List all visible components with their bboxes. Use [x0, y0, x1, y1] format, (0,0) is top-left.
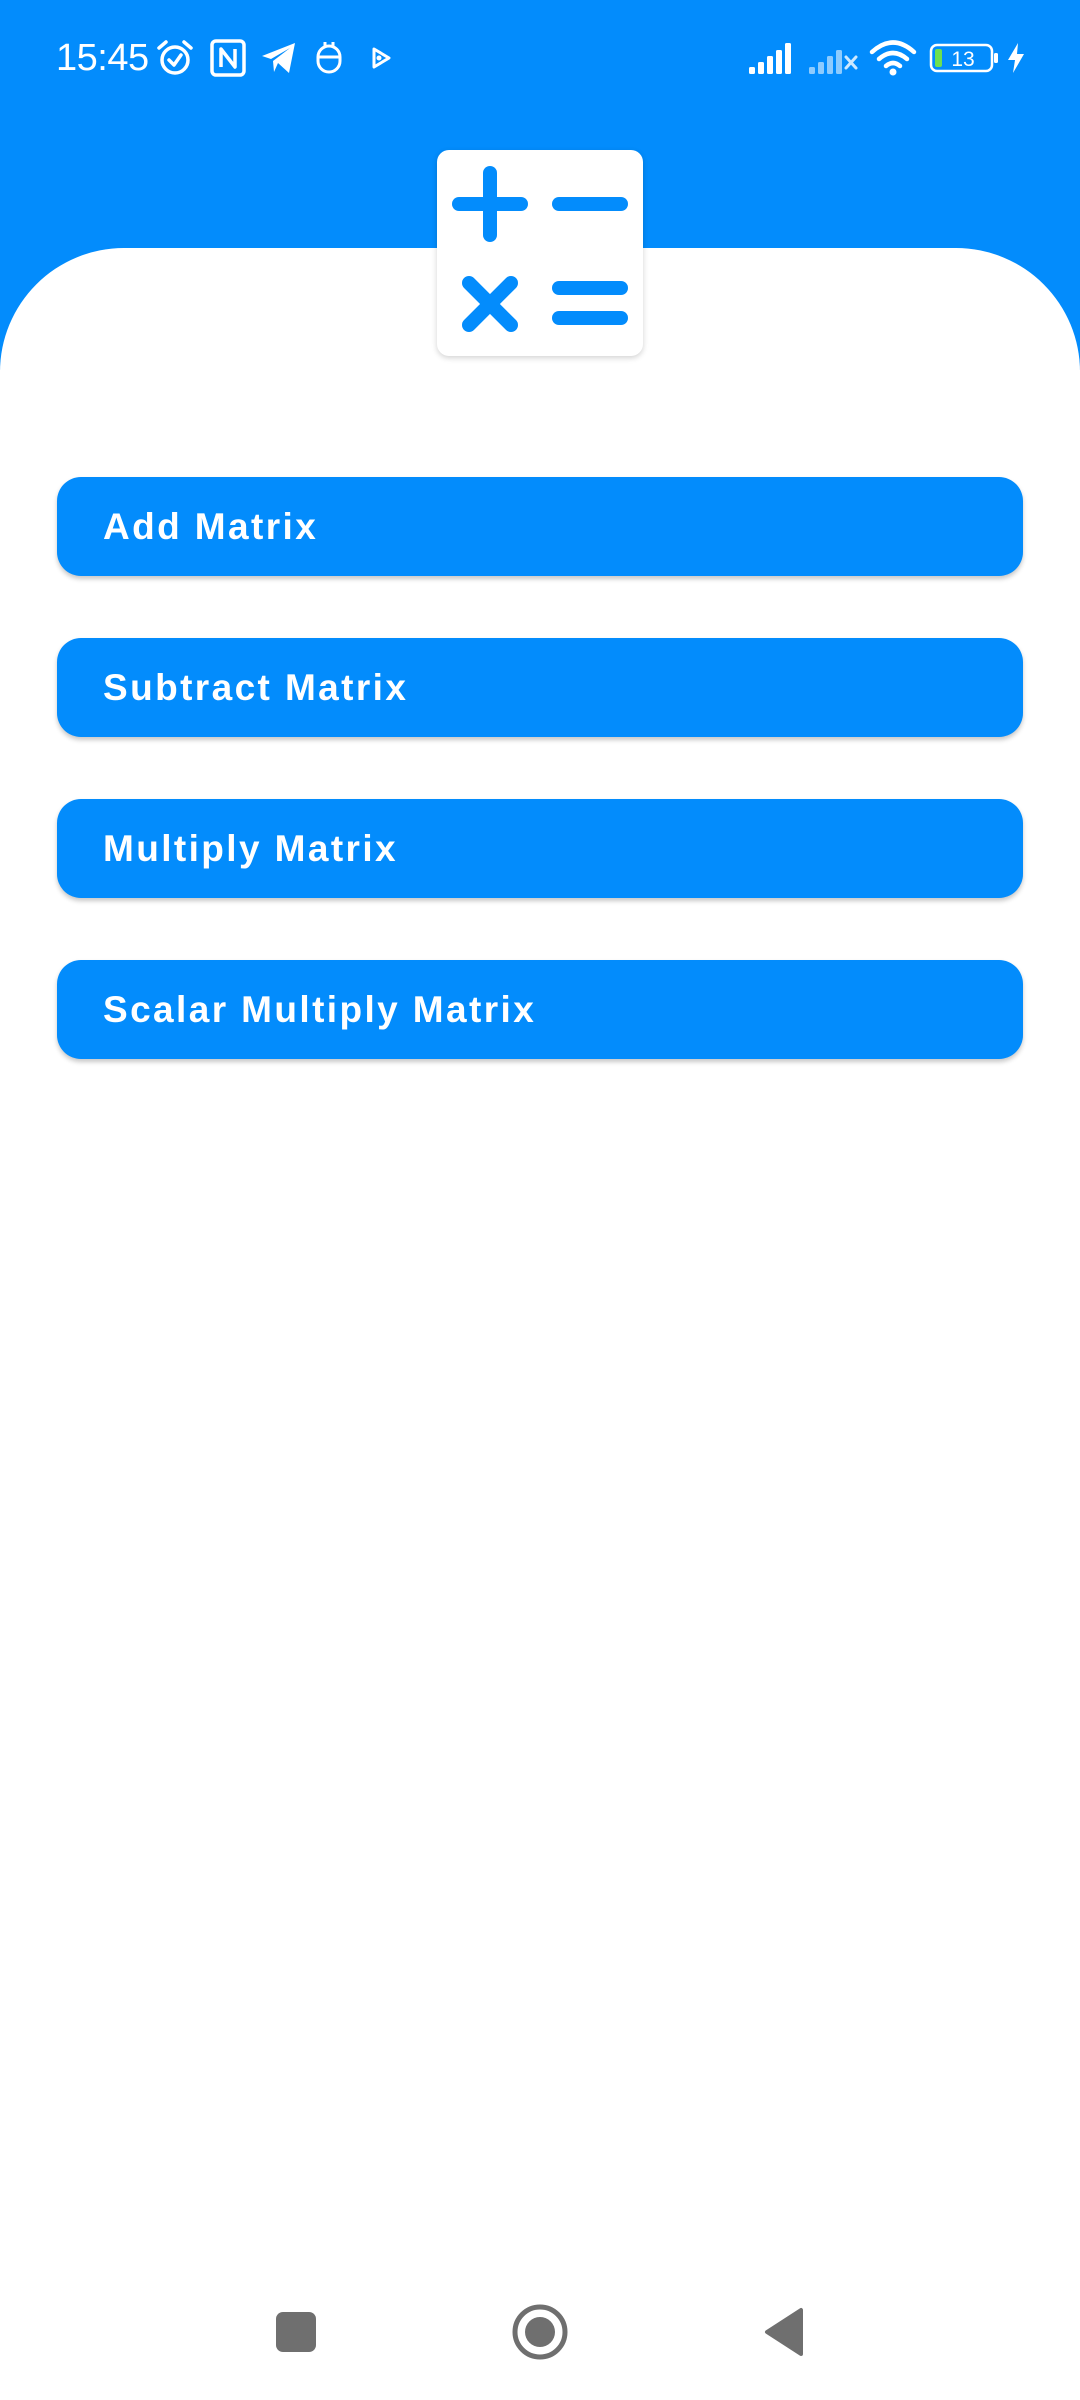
back-triangle-icon [765, 2308, 803, 2356]
recents-square-icon [276, 2312, 316, 2352]
subtract-matrix-label: Subtract Matrix [103, 666, 409, 708]
calculator-operators-icon [452, 166, 628, 332]
subtract-matrix-button[interactable]: Subtract Matrix [57, 638, 1023, 737]
status-time: 15:45 [56, 37, 149, 79]
recents-button[interactable] [256, 2292, 336, 2372]
scalar-multiply-matrix-button[interactable]: Scalar Multiply Matrix [57, 960, 1023, 1059]
back-button[interactable] [744, 2292, 824, 2372]
home-button[interactable] [500, 2292, 580, 2372]
charging-icon [1002, 36, 1030, 80]
nfc-icon [208, 36, 248, 80]
system-nav-bar [0, 2270, 1080, 2400]
battery-icon: 13 [928, 36, 1002, 80]
play-icon [364, 36, 398, 80]
wifi-icon [868, 36, 918, 80]
alarm-icon [154, 36, 196, 80]
add-matrix-label: Add Matrix [103, 505, 319, 547]
status-bar: 15:45 13 [0, 0, 1080, 112]
home-circle-icon [512, 2304, 568, 2360]
vpn-icon [312, 36, 346, 80]
telegram-icon [258, 36, 300, 80]
multiply-matrix-button[interactable]: Multiply Matrix [57, 799, 1023, 898]
app-logo [437, 150, 643, 356]
signal-no-service-icon [806, 36, 860, 80]
signal-icon [746, 36, 796, 80]
battery-level: 13 [951, 48, 974, 71]
add-matrix-button[interactable]: Add Matrix [57, 477, 1023, 576]
scalar-multiply-matrix-label: Scalar Multiply Matrix [103, 988, 537, 1030]
multiply-matrix-label: Multiply Matrix [103, 827, 399, 869]
